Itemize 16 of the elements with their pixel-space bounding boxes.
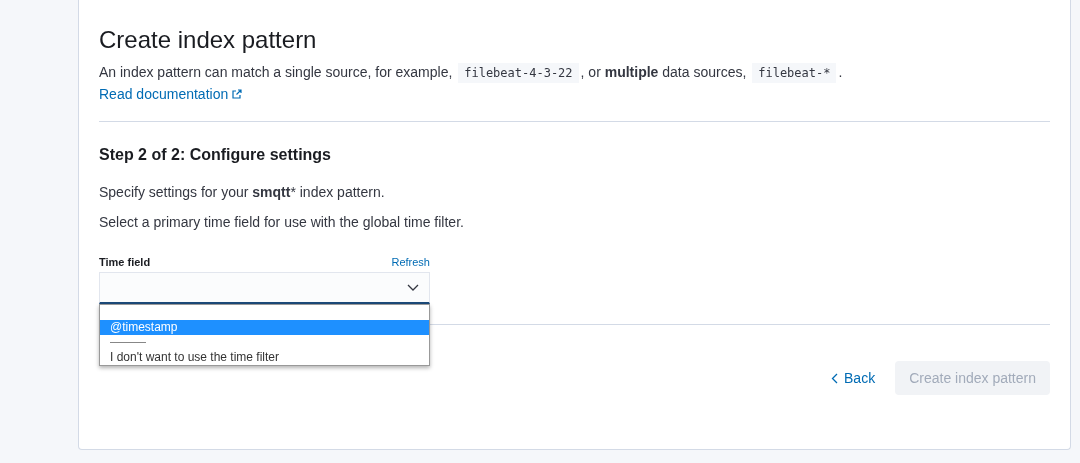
step-heading: Step 2 of 2: Configure settings [99,146,332,164]
chevron-left-icon [831,372,838,384]
separator-option: ——— [100,335,429,350]
dropdown-option[interactable]: @timestamp [100,320,429,335]
chevron-down-icon [407,283,419,292]
external-link-icon [232,89,243,99]
time-filter-hint: Select a primary time field for use with the global time filter. [99,214,465,230]
time-field-select[interactable] [99,272,430,304]
time-field-label: Time field [99,256,151,268]
page-title: Create index pattern [99,26,318,54]
description-text: An index pattern can match a single source, for example, filebeat-4-3-22 , or multiple data sources, filebeat-* . [99,60,1050,85]
back-button[interactable]: Back [827,364,880,392]
dropdown-option[interactable]: I don't want to use the time filter [100,350,429,365]
documentation-link[interactable]: Read documentation [99,86,243,102]
refresh-link[interactable]: Refresh [391,256,430,268]
settings-intro-text: Specify settings for your smqtt* index pattern. [99,184,386,200]
